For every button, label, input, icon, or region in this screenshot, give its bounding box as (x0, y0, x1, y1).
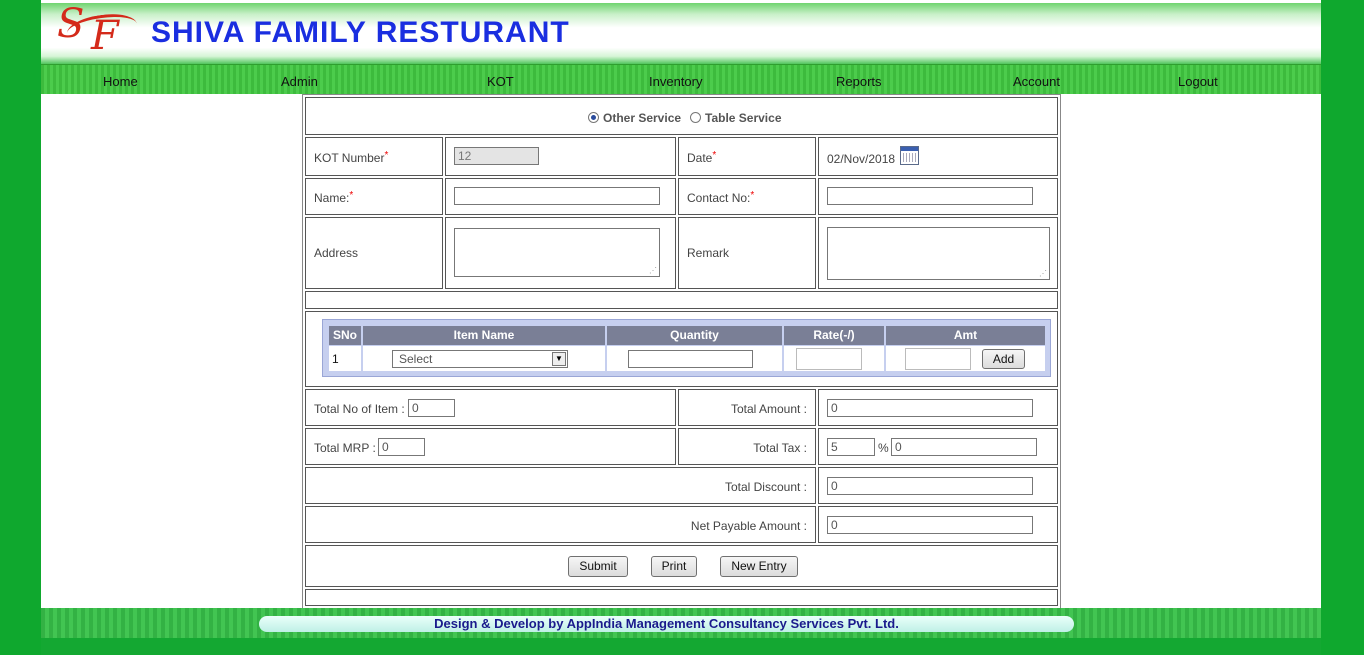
net-payable-cell: 0 (818, 506, 1058, 543)
table-service-radio[interactable] (690, 112, 701, 123)
name-label-cell: Name:* (305, 178, 443, 215)
contact-input[interactable] (827, 187, 1033, 205)
row-item-cell: Select ▼ (363, 346, 605, 371)
date-label: Date* (687, 150, 717, 165)
total-items-input[interactable]: 0 (408, 399, 455, 417)
actions-row: Submit Print New Entry (305, 545, 1058, 587)
name-label: Name:* (314, 190, 354, 205)
net-payable-label-cell: Net Payable Amount : (305, 506, 816, 543)
logo: SF (57, 1, 141, 59)
remark-label: Remark (687, 246, 730, 260)
amt-input[interactable] (905, 348, 971, 370)
name-input[interactable] (454, 187, 660, 205)
remark-cell: ⋰ (818, 217, 1058, 289)
site-title: SHIVA FAMILY RESTURANT (151, 16, 570, 49)
net-payable-input[interactable]: 0 (827, 516, 1033, 534)
contact-cell (818, 178, 1058, 215)
nav-inventory[interactable]: Inventory (649, 74, 702, 89)
calendar-icon[interactable] (900, 146, 919, 165)
other-service-label: Other Service (603, 111, 682, 125)
footer-credit-bar: Design & Develop by AppIndia Management … (259, 616, 1074, 632)
total-discount-cell: 0 (818, 467, 1058, 504)
row-rate-cell (784, 346, 884, 371)
total-mrp-cell: Total MRP : 0 (305, 428, 676, 465)
total-amount-label: Total Amount : (730, 402, 807, 416)
net-payable-label: Net Payable Amount : (690, 519, 807, 533)
row-quantity-cell (607, 346, 782, 371)
total-items-cell: Total No of Item : 0 (305, 389, 676, 426)
print-button[interactable]: Print (651, 556, 697, 577)
nav-reports[interactable]: Reports (836, 74, 882, 89)
total-tax-cell: 5 % 0 (818, 428, 1058, 465)
header-item-name: Item Name (363, 326, 605, 345)
total-amount-label-cell: Total Amount : (678, 389, 816, 426)
remark-textarea[interactable]: ⋰ (827, 227, 1050, 280)
total-tax-label: Total Tax : (753, 441, 807, 455)
kot-number-input: 12 (454, 147, 539, 165)
address-label: Address (314, 246, 359, 260)
nav-admin[interactable]: Admin (281, 74, 318, 89)
total-discount-input[interactable]: 0 (827, 477, 1033, 495)
date-value: 02/Nov/2018 (827, 152, 896, 166)
address-textarea[interactable]: ⋰ (454, 228, 660, 277)
main-nav: Home Admin KOT Inventory Reports Account… (41, 64, 1321, 94)
header-sno: SNo (329, 326, 361, 345)
items-grid: SNo Item Name Quantity Rate(-/) Amt 1 Se… (322, 319, 1051, 377)
nav-logout[interactable]: Logout (1178, 74, 1218, 89)
percent-sign: % (878, 441, 889, 455)
nav-account[interactable]: Account (1013, 74, 1060, 89)
row-sno: 1 (332, 352, 339, 366)
other-service-radio[interactable] (588, 112, 599, 123)
nav-home[interactable]: Home (103, 74, 138, 89)
rate-input[interactable] (796, 348, 862, 370)
address-cell: ⋰ (445, 217, 676, 289)
new-entry-button[interactable]: New Entry (720, 556, 798, 577)
date-cell: 02/Nov/2018 (818, 137, 1058, 176)
kot-number-label: KOT Number* (314, 150, 389, 165)
table-service-label: Table Service (705, 111, 782, 125)
site-header: SF SHIVA FAMILY RESTURANT (41, 1, 1321, 65)
total-items-label: Total No of Item : (314, 402, 405, 416)
page-container: SF SHIVA FAMILY RESTURANT Home Admin KOT… (41, 0, 1321, 655)
total-amount-cell: 0 (818, 389, 1058, 426)
contact-label: Contact No:* (687, 190, 755, 205)
footer-credit-text: Design & Develop by AppIndia Management … (434, 616, 899, 631)
bottom-strip (41, 638, 1321, 655)
submit-button[interactable]: Submit (568, 556, 628, 577)
nav-kot[interactable]: KOT (487, 74, 514, 89)
spacer-row (305, 291, 1058, 309)
total-discount-label-cell: Total Discount : (305, 467, 816, 504)
total-amount-input[interactable]: 0 (827, 399, 1033, 417)
total-mrp-label: Total MRP : (314, 441, 376, 455)
header-quantity: Quantity (607, 326, 782, 345)
total-tax-label-cell: Total Tax : (678, 428, 816, 465)
add-button[interactable]: Add (982, 349, 1025, 369)
row-amt-cell: Add (886, 346, 1045, 371)
name-cell (445, 178, 676, 215)
kot-number-label-cell: KOT Number* (305, 137, 443, 176)
total-discount-label: Total Discount : (724, 480, 807, 494)
header-amt: Amt (886, 326, 1045, 345)
total-mrp-input[interactable]: 0 (378, 438, 425, 456)
address-label-cell: Address (305, 217, 443, 289)
quantity-input[interactable] (628, 350, 753, 368)
service-row: Other Service Table Service (305, 97, 1058, 135)
row-sno-cell: 1 (329, 346, 361, 371)
bottom-spacer-row (305, 589, 1058, 606)
header-rate: Rate(-/) (784, 326, 884, 345)
tax-amount-input[interactable]: 0 (891, 438, 1037, 456)
contact-label-cell: Contact No:* (678, 178, 816, 215)
kot-number-cell: 12 (445, 137, 676, 176)
remark-label-cell: Remark (678, 217, 816, 289)
item-select[interactable]: Select ▼ (392, 350, 568, 368)
chevron-down-icon: ▼ (552, 352, 566, 366)
site-footer: Design & Develop by AppIndia Management … (41, 608, 1321, 638)
date-label-cell: Date* (678, 137, 816, 176)
kot-form: Other Service Table Service KOT Number* … (302, 94, 1061, 610)
tax-percent-input[interactable]: 5 (827, 438, 875, 456)
